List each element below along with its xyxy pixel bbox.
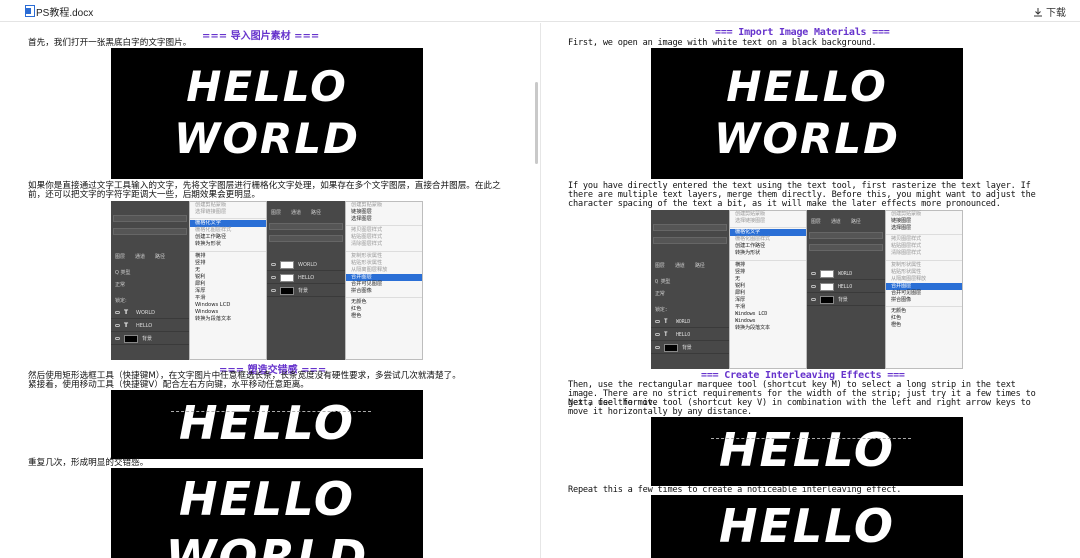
word-file-icon [25,5,35,17]
right-document-pane: === Import Image Materials === First, we… [541,23,1080,558]
paragraph-2: 如果你是直接通过文字工具输入的文字，先将文字图层进行栅格化文字处理，如果存在多个… [28,181,501,200]
paragraph-1: First, we open an image with white text … [568,38,877,48]
layer-row: T HELLO [111,320,189,332]
paragraph-5: Repeat this a few times to create a noti… [568,485,902,495]
section-heading-import: === Import Image Materials === [715,27,890,38]
vertical-scrollbar[interactable] [535,82,538,164]
paragraph-5: 重复几次，形成明显的交错感。 [28,458,149,468]
hello-world-image: HELLO WORLD [111,48,423,179]
layer-row: 背景 [651,342,729,354]
layers-tab: 图层 [115,254,126,260]
context-menu-2: 创建剪贴蒙版 链接图层 选择图层 拷贝图层样式 粘贴图层样式 清除图层样式 复制… [885,210,963,369]
paragraph-4: Next, use the move tool (shortcut key V)… [568,398,1031,417]
layer-row: 背景 [807,294,885,306]
paragraph-1: 首先，我们打开一张黑底白字的文字图片。 [28,38,192,48]
layer-row: T HELLO [651,329,729,341]
file-name: PS教程.docx [36,8,94,19]
layers-panel: 图层 通道 路径 WORLD HELLO 背景 [807,210,885,369]
title-bar: PS教程.docx 下载 [0,0,1080,22]
hello-text: HELLO [718,499,895,553]
hello-glitch-image: HELLO [111,390,423,459]
layer-row: T WORLD [651,316,729,328]
layer-row: WORLD [807,268,885,280]
hello-text: HELLO [186,62,348,111]
hello-world-glitch-image: HELLO [651,495,963,558]
context-menu-1: 创建剪贴蒙版 选择链接图层 栅格化文字 栅格化图层样式 创建工作路径 转换为形状… [189,201,267,360]
download-icon [1034,7,1042,16]
hello-text: HELLO [178,396,355,450]
channels-tab: 通道 [135,254,146,260]
world-text: WORLD [714,114,900,163]
photoshop-menu-screenshot: 图层 通道 路径 Q 类型 正常 锁定: T WORLD T HELLO 背景 创建… [111,201,423,360]
paragraph-4: 紧接着，使用移动工具（快捷键V）配合左右方向键，水平移动任意距离。 [28,380,309,390]
paragraph-2: If you have directly entered the text us… [568,181,1036,209]
layers-panel: 图层 通道 路径 WORLD HELLO 背景 [267,201,345,360]
hello-world-image: HELLO WORLD [651,48,963,179]
layer-row: T WORLD [111,307,189,319]
world-text: WORLD [174,114,360,163]
context-menu-1: 创建剪贴蒙版 选择链接图层 栅格化文字 栅格化图层样式 创建工作路径 转换为形状… [729,210,807,369]
photoshop-menu-screenshot: 图层 通道 路径 Q 类型 正常 锁定: T WORLD T HELLO 背景 创建… [651,210,963,369]
hello-text: HELLO [718,423,895,477]
world-text: WORLD [165,530,369,558]
layer-row: HELLO [807,281,885,293]
character-panel: 图层 通道 路径 Q 类型 正常 锁定: T WORLD T HELLO 背景 [651,210,729,369]
hello-glitch-image: HELLO [651,417,963,486]
layer-row: WORLD [267,259,345,271]
blend-mode: 正常 [115,282,126,288]
hello-world-glitch-image: HELLO WORLD [111,468,423,558]
left-document-pane: === 导入图片素材 === 首先，我们打开一张黑底白字的文字图片。 HELLO… [0,23,540,558]
lock-label: 锁定: [115,298,127,304]
paths-tab: 路径 [155,254,166,260]
kind-filter: Q 类型 [115,270,131,276]
download-button[interactable]: 下载 [1033,4,1066,19]
layer-row: HELLO [267,272,345,284]
context-menu-2: 创建剪贴蒙版 链接图层 选择图层 拷贝图层样式 粘贴图层样式 清除图层样式 复制… [345,201,423,360]
layer-row: 背景 [111,333,189,345]
character-panel: 图层 通道 路径 Q 类型 正常 锁定: T WORLD T HELLO 背景 [111,201,189,360]
hello-text: HELLO [726,62,888,111]
download-label: 下载 [1046,8,1066,19]
layer-row: 背景 [267,285,345,297]
hello-text: HELLO [178,472,355,526]
